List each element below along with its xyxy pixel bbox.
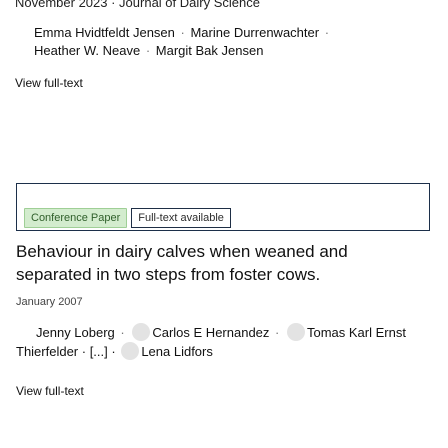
author-link[interactable]: Emma Hvidtfeldt Jensen <box>34 25 175 40</box>
avatar <box>121 342 140 360</box>
author-row: Heather W. Neave · Margit Bak Jensen <box>34 42 434 60</box>
author-link[interactable]: Jenny Loberg <box>36 325 115 340</box>
author-separator: · <box>271 325 283 340</box>
author-list: Emma Hvidtfeldt Jensen · Marine Durrenwa… <box>34 24 434 60</box>
author-row: Jenny Loberg · Carlos E Hernandez · Toma… <box>36 323 436 342</box>
publication-meta: November 2023 · Journal of Dairy Science <box>15 0 260 10</box>
author-separator: · <box>321 25 330 40</box>
avatar <box>132 323 151 341</box>
publication-title[interactable]: Behaviour in dairy calves when weaned an… <box>16 240 426 286</box>
avatar <box>286 323 305 341</box>
publication-date: January 2007 <box>16 296 83 308</box>
author-continuation: Thierfelder · [...] · <box>16 344 120 359</box>
author-link[interactable]: Marine Durrenwachter <box>190 25 319 40</box>
fulltext-badge: Full-text available <box>131 208 231 228</box>
author-link[interactable]: Margit Bak Jensen <box>156 43 264 58</box>
view-full-text-link[interactable]: View full-text <box>15 76 83 90</box>
author-separator: · <box>116 325 129 340</box>
badge-row: Conference Paper Full-text available <box>24 208 231 228</box>
author-separator: · <box>142 43 154 58</box>
author-separator: · <box>176 25 189 40</box>
author-link[interactable]: Tomas Karl Ernst <box>307 325 406 340</box>
author-list: Jenny Loberg · Carlos E Hernandez · Toma… <box>16 323 436 361</box>
author-link[interactable]: Heather W. Neave <box>34 43 140 58</box>
author-row: Emma Hvidtfeldt Jensen · Marine Durrenwa… <box>34 24 434 42</box>
author-link[interactable]: Lena Lidfors <box>141 344 213 359</box>
view-full-text-link[interactable]: View full-text <box>16 384 84 398</box>
author-row: Thierfelder · [...] · Lena Lidfors <box>16 342 436 361</box>
type-badge: Conference Paper <box>24 208 128 228</box>
author-link[interactable]: Carlos E Hernandez <box>152 325 269 340</box>
